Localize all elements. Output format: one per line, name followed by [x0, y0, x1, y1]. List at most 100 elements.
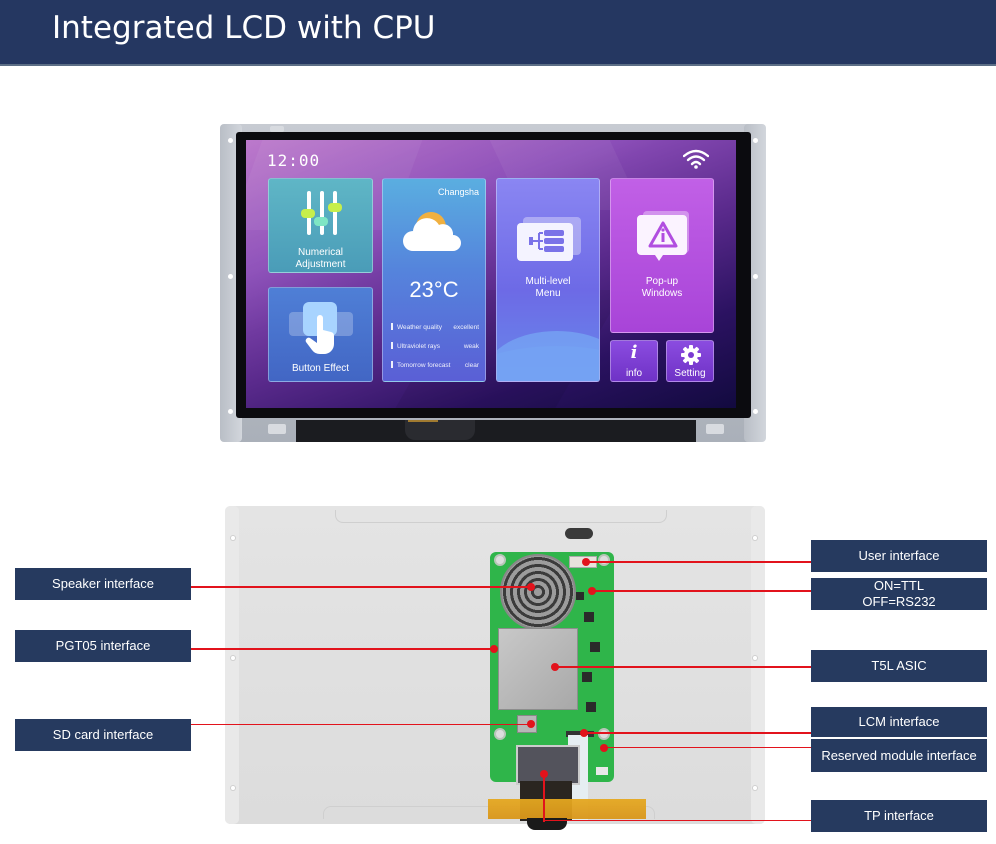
tile-setting[interactable]: Setting	[666, 340, 714, 382]
wifi-icon	[683, 149, 709, 169]
mounting-hole	[753, 656, 757, 660]
plate-groove	[335, 510, 667, 523]
callout-t5l-asic: T5L ASIC	[811, 650, 987, 682]
weather-row-label: Weather quality	[397, 324, 443, 331]
tile-label: Button Effect	[291, 363, 350, 374]
pcb-antenna	[596, 767, 608, 775]
mounting-hole	[753, 138, 758, 143]
callout-label: TP interface	[864, 808, 934, 823]
tile-numerical-adjustment[interactable]: Numerical Adjustment	[268, 178, 373, 273]
page-title: Integrated LCD with CPU	[52, 10, 436, 46]
callout-label: T5L ASIC	[871, 658, 927, 673]
tp-connector	[516, 745, 580, 785]
callout-sd-card-interface: SD card interface	[15, 719, 191, 751]
callout-label: OFF=RS232	[862, 594, 936, 609]
lcd-screen: 12:00 Numerical Adjustment Button Effect…	[246, 140, 736, 408]
leader-dot	[527, 583, 535, 591]
tile-label: Numerical	[297, 247, 343, 258]
callout-label: Speaker interface	[52, 576, 154, 591]
tile-label: info	[625, 368, 643, 379]
tile-label: Adjustment	[295, 259, 346, 270]
mounting-hole	[753, 274, 758, 279]
mounting-hole	[231, 656, 235, 660]
tile-popup-windows[interactable]: Pop-up Windows	[610, 178, 714, 333]
lcd-bottom-cable-area	[296, 420, 696, 442]
speaker	[500, 554, 576, 630]
leader-line-tp	[543, 820, 812, 821]
mounting-ear-right	[751, 506, 765, 824]
tile-label: Setting	[674, 368, 706, 379]
leader-dot	[540, 770, 548, 778]
tile-label: Menu	[535, 288, 561, 299]
hand-tap-icon	[289, 302, 353, 354]
leader-line-speaker	[190, 586, 530, 588]
weather-row: Tomorrow forecast clear	[391, 360, 479, 372]
fpc-tape	[408, 420, 438, 422]
callout-label: PGT05 interface	[55, 638, 151, 653]
leader-line-tp-vertical	[543, 774, 545, 822]
callout-label: ON=TTL	[873, 578, 925, 593]
page-header: Integrated LCD with CPU	[0, 0, 996, 66]
screw-plate	[706, 424, 724, 434]
callout-user-interface: User interface	[811, 540, 987, 572]
fpc-cable	[405, 420, 475, 440]
tile-label: Pop-up	[645, 276, 679, 287]
wave-decoration	[497, 331, 599, 381]
weather-row: Weather quality excellent	[391, 322, 479, 334]
mounting-hole	[228, 409, 233, 414]
leader-line-reserved-module	[604, 747, 812, 748]
tile-button-effect[interactable]: Button Effect	[268, 287, 373, 382]
mounting-hole	[753, 786, 757, 790]
screw-plate	[268, 424, 286, 434]
pcb-component	[586, 702, 596, 712]
callout-speaker-interface: Speaker interface	[15, 568, 191, 600]
pcb-component	[590, 642, 600, 652]
tree-menu-icon	[517, 217, 581, 261]
leader-line-pgt05	[190, 648, 494, 650]
callout-label: SD card interface	[52, 727, 154, 742]
kapton-tape	[488, 799, 646, 819]
tile-label: Windows	[641, 288, 683, 299]
tile-multi-level-menu[interactable]: Multi-level Menu	[496, 178, 600, 382]
callout-label: Reserved module interface	[821, 747, 977, 763]
leader-dot	[490, 645, 498, 653]
weather-row-value: weak	[463, 343, 479, 350]
tile-label: Multi-level	[525, 276, 571, 287]
tile-info[interactable]: i info	[610, 340, 658, 382]
mounting-hole	[753, 409, 758, 414]
mounting-ear-left	[225, 506, 239, 824]
callout-label: User interface	[858, 548, 940, 563]
tile-weather[interactable]: Changsha 23°C Weather quality excellent …	[382, 178, 486, 382]
weather-row: Ultraviolet rays weak	[391, 341, 479, 353]
mounting-hole	[228, 138, 233, 143]
pcb-component	[582, 672, 592, 682]
pcb-mount-hole	[494, 728, 506, 740]
leader-line-t5l-asic	[555, 666, 812, 668]
mounting-hole	[231, 536, 235, 540]
pcb-mount-hole	[494, 554, 506, 566]
gear-icon	[681, 345, 701, 365]
callout-reserved-module-interface: Reserved module interface	[811, 739, 987, 772]
weather-temperature: 23°C	[409, 277, 459, 302]
weather-row-label: Ultraviolet rays	[397, 343, 440, 350]
partly-cloudy-icon	[403, 212, 461, 251]
t5l-asic-shield	[498, 628, 578, 710]
weather-city: Changsha	[437, 187, 479, 197]
pcb-mount-hole	[598, 728, 610, 740]
leader-line-lcm	[583, 732, 812, 734]
callout-lcm-interface: LCM interface	[811, 707, 987, 738]
weather-row-value: excellent	[453, 324, 479, 331]
slider-adjust-icon	[301, 191, 342, 235]
leader-dot	[580, 729, 588, 737]
leader-line-ttl-rs232	[592, 590, 812, 592]
leader-dot	[551, 663, 559, 671]
clock-display: 12:00	[267, 151, 321, 170]
info-icon: i	[630, 342, 638, 363]
leader-dot	[582, 558, 590, 566]
plate-slot	[565, 528, 593, 539]
leader-line-user-interface	[586, 561, 812, 563]
mounting-hole	[231, 786, 235, 790]
callout-label: LCM interface	[858, 714, 940, 729]
pcb-component	[584, 612, 594, 622]
pcb-mount-hole	[598, 554, 610, 566]
